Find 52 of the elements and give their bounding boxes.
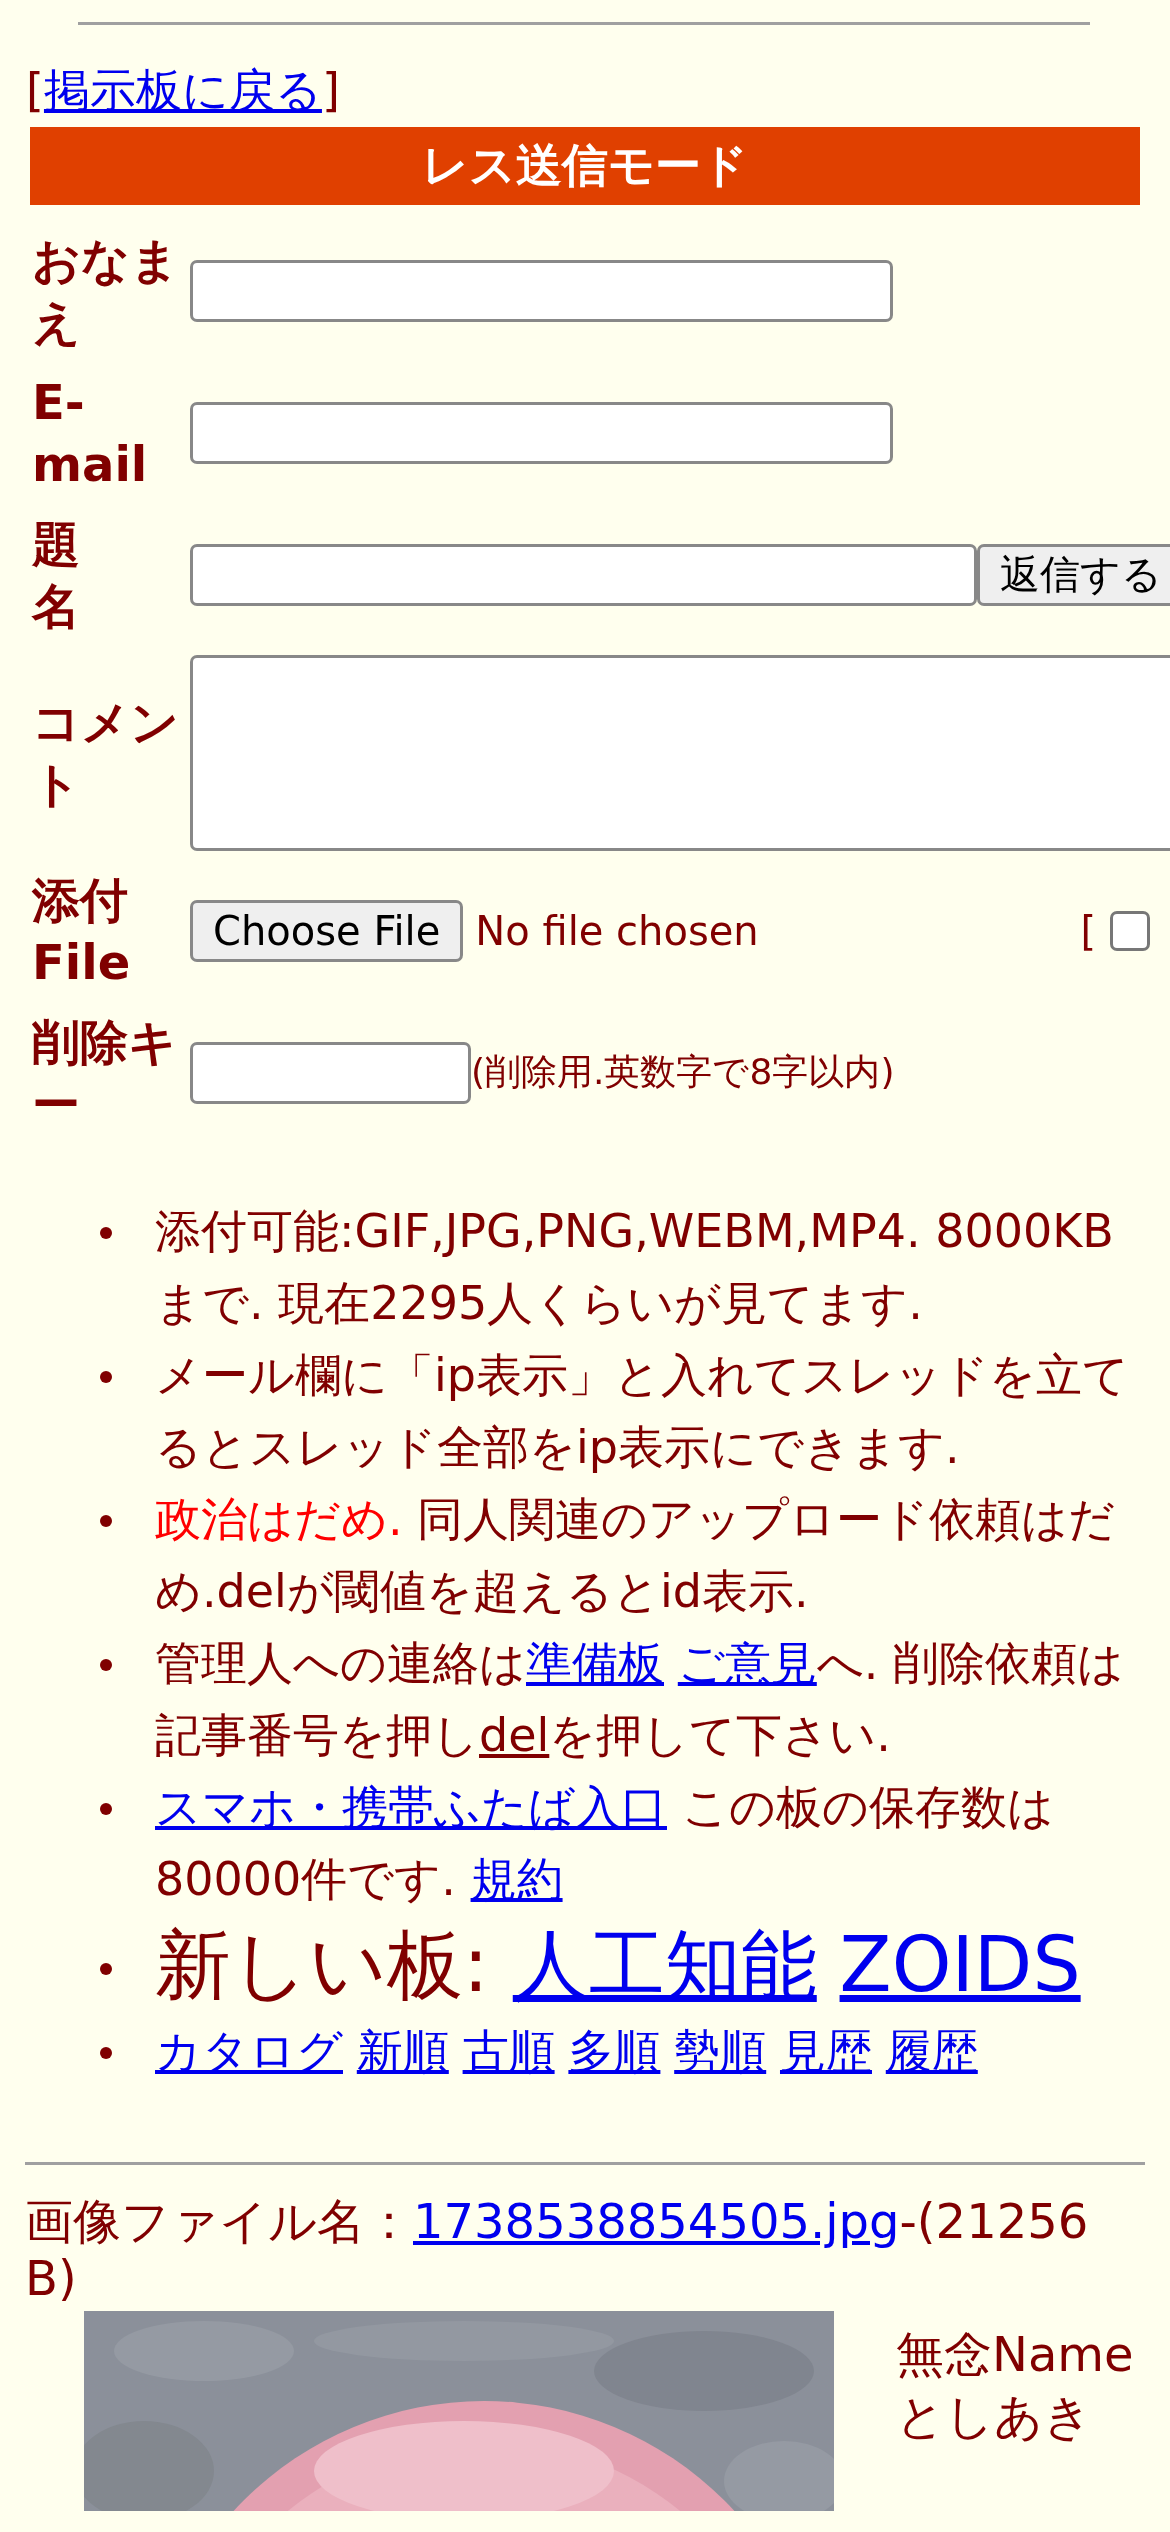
input-field[interactable]: [190, 543, 977, 606]
text-link[interactable]: ZOIDS: [839, 1919, 1081, 2009]
poster-name: としあき: [896, 2386, 1093, 2446]
hint-text: (削除用.英数字で8字以内): [471, 1050, 895, 1095]
input-field[interactable]: [190, 1041, 471, 1104]
notice-text: メール欄に「ip表示」と入れてスレッドを立てるとスレッド全部をip表示にできます.: [155, 1346, 1130, 1476]
notice-text: 新しい板: 人工知能 ZOIDS: [155, 1918, 1082, 2011]
comment-field[interactable]: [190, 654, 1170, 851]
bracket-mark: [: [26, 63, 44, 117]
bullet-icon: [100, 1962, 112, 1975]
text-link[interactable]: ご意見: [677, 1635, 817, 1690]
field-label: E-mail: [32, 372, 149, 494]
text-link[interactable]: 見歴: [780, 2023, 872, 2078]
bullet-icon: [100, 1514, 112, 1527]
text-link[interactable]: カタログ: [155, 2023, 343, 2078]
notice-text: 管理人への連絡は準備板 ご意見へ. 削除依頼は記事番号を押し delを押して下さい.: [155, 1634, 1126, 1764]
bracket-mark: ]: [321, 63, 340, 117]
input-field[interactable]: [190, 259, 893, 322]
name-text: 無念Name: [896, 2324, 1134, 2384]
file-info-text: 画像ファイル名：1738538854505.jpg-(21256 B): [25, 2192, 1090, 2307]
text-link[interactable]: 多順: [568, 2023, 661, 2078]
file-status: No file chosen: [475, 907, 759, 954]
bullet-icon: [100, 1658, 112, 1671]
field-label: 添付File: [32, 870, 132, 992]
text-link[interactable]: 準備板: [526, 1635, 664, 1690]
text-link[interactable]: 新順: [356, 2023, 449, 2078]
input-field[interactable]: [190, 401, 893, 464]
text-link[interactable]: 古順: [462, 2023, 555, 2078]
file-link[interactable]: 1738538854505.jpg: [413, 2192, 900, 2249]
field-label: おなまえ: [32, 230, 180, 352]
bullet-icon: [100, 1370, 112, 1383]
text-link[interactable]: 履歴: [885, 2023, 978, 2078]
checkbox[interactable]: [1110, 910, 1150, 951]
field-label: コメント: [32, 692, 180, 814]
notice-text: 政治はだめ. 同人関連のアップロード依頼はだめ.delが閾値を超えるとid表示.: [155, 1490, 1117, 1620]
notice-text: 添付可能:GIF,JPG,PNG,WEBM,MP4. 8000KBまで. 現在2295人くらいが見てます.: [155, 1202, 1115, 1332]
text-link[interactable]: del: [479, 1707, 550, 1762]
reply-button[interactable]: 返信する: [977, 543, 1170, 606]
field-label: 削除キー: [32, 1012, 178, 1134]
field-label: 題名: [32, 514, 81, 636]
text-link[interactable]: スマホ・携帯ふたば入口: [155, 1779, 667, 1834]
text-link[interactable]: 人工知能: [512, 1919, 817, 2009]
back-link[interactable]: 掲示板に戻る: [43, 63, 322, 117]
choose-file-button[interactable]: Choose File: [190, 899, 464, 962]
bullet-icon: [100, 1802, 112, 1815]
text-link[interactable]: 規約: [470, 1851, 563, 1906]
form-title-bar: レス送信モード: [30, 126, 1140, 205]
bracket-mark: [: [1080, 907, 1096, 954]
notice-text: スマホ・携帯ふたば入口 この板の保存数は80000件です. 規約: [155, 1778, 1055, 1908]
bullet-icon: [100, 1226, 112, 1239]
bullet-icon: [100, 2046, 112, 2059]
text-link[interactable]: 勢順: [674, 2023, 767, 2078]
